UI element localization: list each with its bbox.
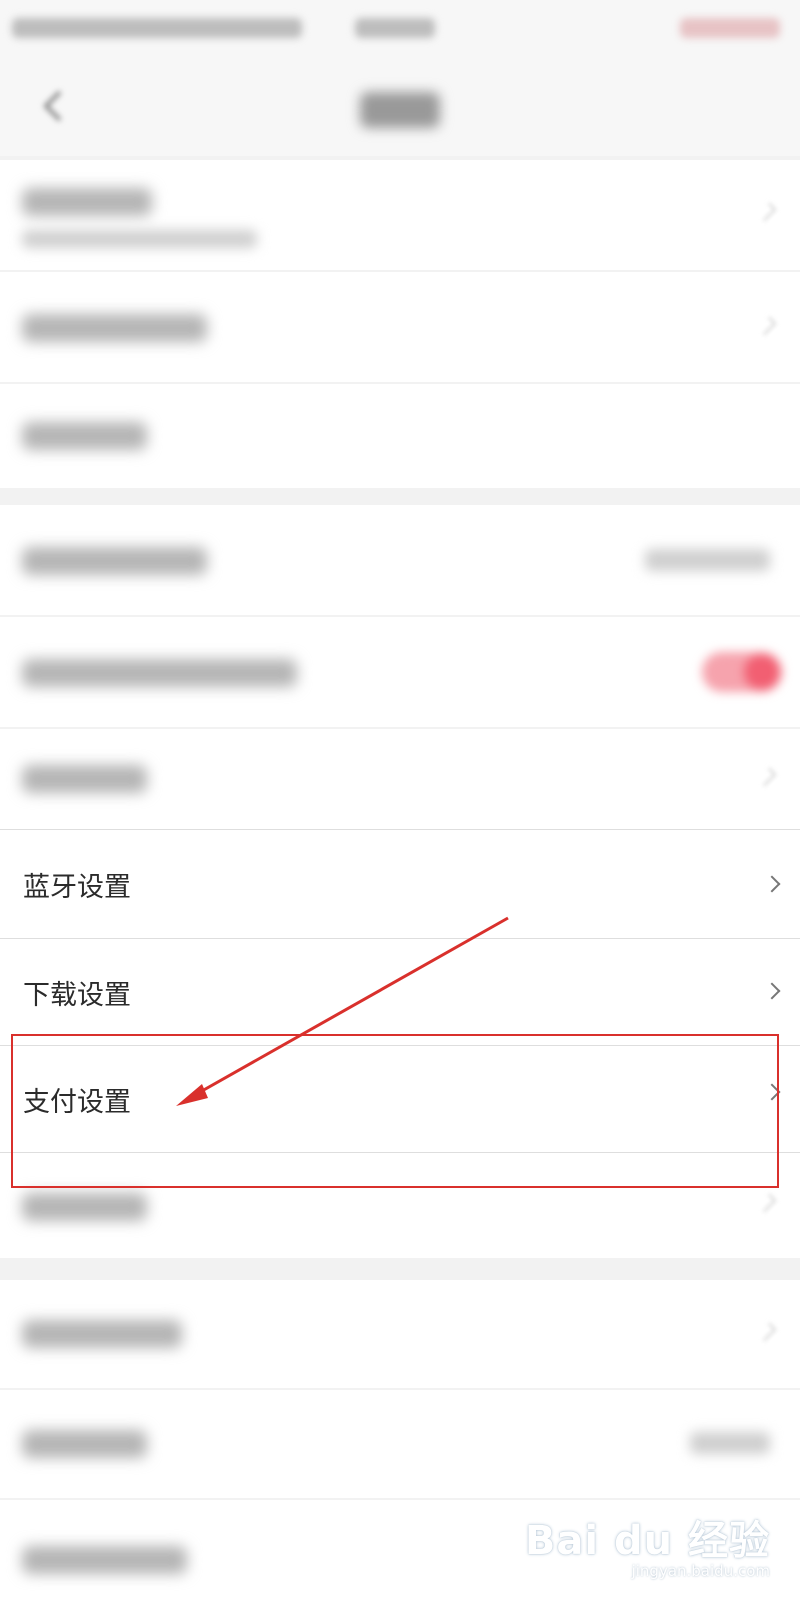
status-bar-left-blur [12,18,302,38]
settings-row-blurred-1[interactable] [0,160,800,270]
settings-row-blurred-3[interactable] [0,384,800,488]
annotation-highlight-box [11,1034,779,1188]
status-bar-right-blur [680,18,780,38]
page-title [360,92,440,128]
settings-row-blurred-2[interactable] [0,272,800,382]
status-bar [0,0,800,56]
chevron-right-icon [757,316,777,336]
chevron-right-icon [757,767,777,787]
settings-row-blurred-9[interactable] [0,1390,800,1498]
watermark: Bai du 经验 jingyan.baidu.com [525,1508,770,1580]
settings-row-blurred-8[interactable] [0,1280,800,1388]
chevron-right-icon [763,982,781,1000]
settings-item-label: 蓝牙设置 [23,871,131,903]
settings-item-bluetooth[interactable]: 蓝牙设置 [0,830,800,938]
chevron-right-icon [757,1322,777,1342]
settings-row-blurred-6[interactable] [0,729,800,829]
chevron-right-icon [757,202,777,222]
header-bar [0,56,800,156]
status-bar-time-blur [355,18,435,38]
watermark-logo: Bai du 经验 [524,1518,770,1564]
chevron-right-icon [763,875,781,893]
settings-item-download[interactable]: 下载设置 [0,939,800,1045]
settings-row-blurred-5[interactable] [0,617,800,727]
chevron-right-icon [757,1193,777,1213]
toggle-switch[interactable] [702,652,782,692]
settings-row-blurred-4[interactable] [0,505,800,615]
back-arrow-icon[interactable] [34,86,74,126]
settings-item-label: 下载设置 [23,979,131,1011]
